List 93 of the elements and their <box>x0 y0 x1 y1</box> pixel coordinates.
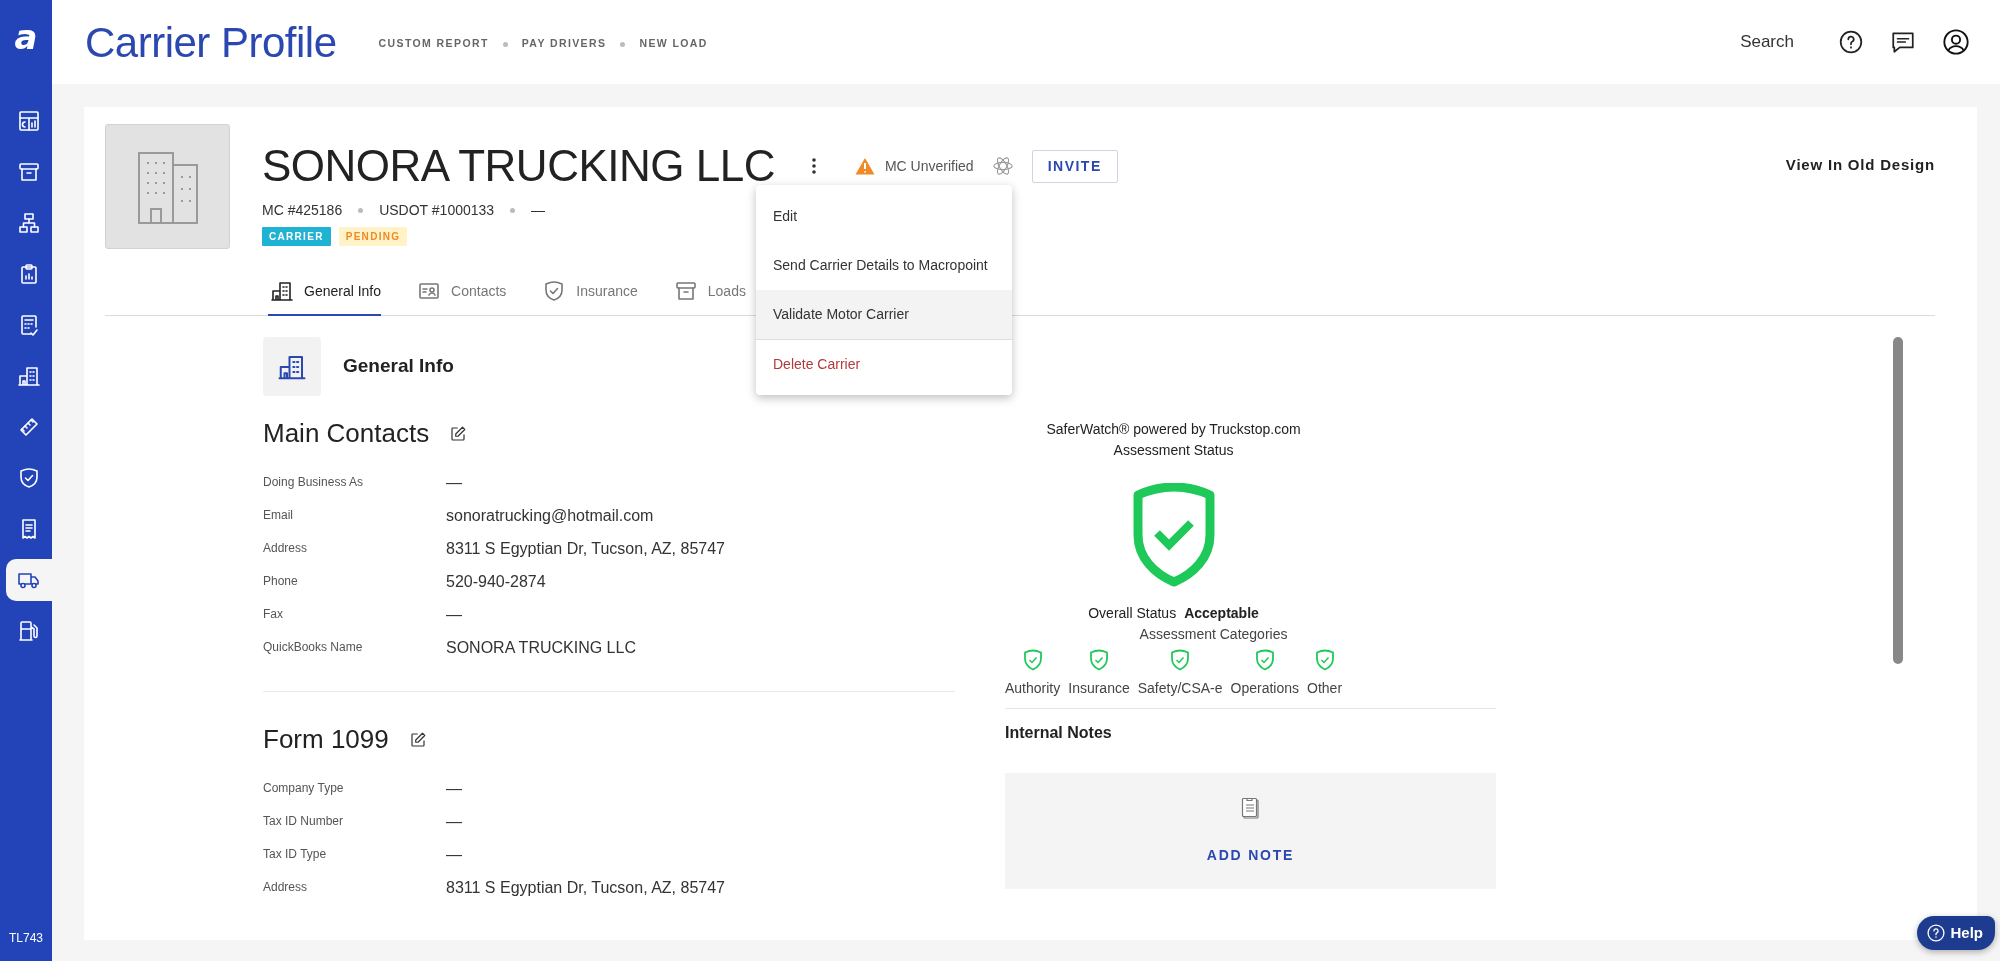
status-tag: CARRIER <box>262 227 331 247</box>
overall-status-value: Acceptable <box>1184 604 1259 623</box>
section-heading: Internal Notes <box>1005 723 1113 743</box>
buildings-icon <box>270 279 294 303</box>
carrier-id: USDOT #1000133 <box>379 201 495 221</box>
help-icon <box>1926 922 1947 943</box>
field-label: Tax ID Type <box>263 846 328 864</box>
field-label: QuickBooks Name <box>263 639 364 657</box>
saferwatch-title: SaferWatch® powered by Truckstop.com <box>1046 420 1301 439</box>
shield-check-icon <box>1314 649 1335 672</box>
search-link[interactable]: Search <box>1740 29 1794 55</box>
menu-item[interactable]: Edit <box>756 192 1012 241</box>
field-label: Company Type <box>263 780 345 798</box>
warning-icon <box>854 157 875 176</box>
field-value: — <box>446 473 462 494</box>
help-icon[interactable] <box>1838 29 1864 55</box>
field-value: — <box>446 845 462 866</box>
more-icon[interactable] <box>810 157 817 176</box>
tab[interactable]: General Info <box>268 268 382 316</box>
scrollbar-thumb[interactable] <box>1893 337 1903 664</box>
field-label: Doing Business As <box>263 474 365 492</box>
category-label: Safety/CSA-e <box>1137 679 1223 698</box>
carrier-id: MC #425186 <box>262 201 343 221</box>
version-label: TL743 <box>9 930 43 947</box>
category-label: Authority <box>1005 679 1061 698</box>
field-label: Email <box>263 507 294 525</box>
archive-icon <box>673 279 698 303</box>
buildings-icon <box>17 364 41 388</box>
edit-button[interactable] <box>408 730 427 749</box>
nav-link[interactable]: NEW LOAD <box>639 36 708 52</box>
field-value: 8311 S Egyptian Dr, Tucson, AZ, 85747 <box>446 539 725 560</box>
separator-dot <box>358 208 364 214</box>
field-label: Fax <box>263 606 284 624</box>
archive-icon <box>17 160 41 184</box>
chat-icon[interactable] <box>1890 29 1916 55</box>
nav-link[interactable]: PAY DRIVERS <box>521 36 607 52</box>
shield-check-icon <box>1170 649 1191 672</box>
old-design-link[interactable]: View In Old Design <box>1785 154 1935 249</box>
assessment-status-label: Assessment Status <box>1113 441 1234 460</box>
field-label: Phone <box>263 573 299 591</box>
shield-check-icon <box>1254 649 1275 672</box>
menu-item[interactable]: Delete Carrier <box>756 339 1012 388</box>
field-value: — <box>446 605 462 626</box>
separator-dot <box>510 208 516 214</box>
tab[interactable]: Contacts <box>415 268 507 316</box>
mc-status: MC Unverified <box>884 156 974 176</box>
atom-icon[interactable] <box>991 155 1014 178</box>
tab[interactable]: Loads <box>671 268 746 316</box>
edit-icon <box>408 730 427 749</box>
overall-status-label: Overall Status <box>1088 604 1177 623</box>
carrier-name: SONORA TRUCKING LLC <box>262 142 775 191</box>
dashboard-icon <box>17 109 41 133</box>
separator-dot <box>620 41 626 47</box>
field-value: 8311 S Egyptian Dr, Tucson, AZ, 85747 <box>446 878 725 899</box>
page-title: Carrier Profile <box>85 17 337 68</box>
section-title: General Info <box>343 354 454 379</box>
edit-button[interactable] <box>449 424 468 443</box>
shield-check-icon <box>1132 483 1215 587</box>
ruler-icon <box>17 415 41 439</box>
category-label: Other <box>1307 679 1343 698</box>
clipboard-icon <box>1240 795 1261 820</box>
invite-button[interactable]: INVITE <box>1031 149 1118 183</box>
logo[interactable]: a <box>14 20 38 54</box>
shield-check-icon <box>17 466 41 490</box>
edit-icon <box>449 424 468 443</box>
add-note-button[interactable]: ADD NOTE <box>1200 843 1301 867</box>
tab[interactable]: Insurance <box>540 268 638 316</box>
field-value: SONORA TRUCKING LLC <box>446 638 636 659</box>
section-heading: Form 1099 <box>263 724 389 756</box>
sidebar-item[interactable] <box>6 559 52 601</box>
category-label: Insurance <box>1068 679 1130 698</box>
help-button[interactable]: Help <box>1917 915 1995 950</box>
field-value: sonoratrucking@hotmail.com <box>446 506 654 527</box>
status-tag: PENDING <box>338 227 408 247</box>
menu-item[interactable]: Send Carrier Details to Macropoint <box>756 241 1012 290</box>
shield-check-icon <box>1022 649 1043 672</box>
field-label: Tax ID Number <box>263 813 345 831</box>
sitemap-icon <box>17 211 41 235</box>
carrier-id: — <box>531 201 546 221</box>
categories-label: Assessment Categories <box>1139 625 1288 644</box>
fuel-pump-icon <box>17 619 41 643</box>
shield-check-icon <box>1089 649 1109 672</box>
field-value: — <box>446 779 462 800</box>
field-label: Address <box>263 879 309 897</box>
section-heading: Main Contacts <box>263 418 430 450</box>
field-value: — <box>446 812 462 833</box>
nav-link[interactable]: CUSTOM REPORT <box>378 36 489 52</box>
category-label: Operations <box>1230 679 1300 698</box>
menu-item[interactable]: Validate Motor Carrier <box>756 290 1012 339</box>
user-icon[interactable] <box>1942 28 1970 56</box>
field-value: 520-940-2874 <box>446 572 546 593</box>
field-label: Address <box>263 540 309 558</box>
separator-dot <box>502 41 508 47</box>
